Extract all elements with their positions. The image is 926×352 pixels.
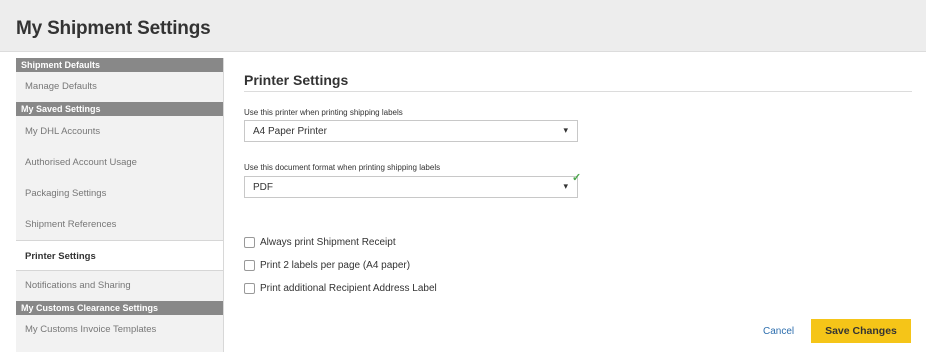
sidebar-item-customs-invoice-templates[interactable]: My Customs Invoice Templates xyxy=(16,315,223,345)
section-title: Printer Settings xyxy=(244,72,349,88)
page-header: My Shipment Settings xyxy=(0,0,926,52)
sidebar-item-packaging-settings[interactable]: Packaging Settings xyxy=(16,178,223,209)
format-field-label: Use this document format when printing s… xyxy=(244,163,441,172)
printer-field-label: Use this printer when printing shipping … xyxy=(244,108,403,117)
format-select[interactable]: PDF ▾ xyxy=(244,176,578,198)
format-select-value: PDF xyxy=(253,182,273,193)
checkbox[interactable] xyxy=(244,259,255,271)
option-shipment-receipt[interactable]: Always print Shipment Receipt xyxy=(244,235,396,249)
printer-select[interactable]: A4 Paper Printer ▾ xyxy=(244,120,578,142)
checkmark-icon: ✓ xyxy=(572,172,582,184)
sidebar-item-shipment-references[interactable]: Shipment References xyxy=(16,209,223,240)
checkbox-label: Print additional Recipient Address Label xyxy=(260,282,437,294)
option-two-labels-per-page[interactable]: Print 2 labels per page (A4 paper) xyxy=(244,258,410,272)
dropdown-arrow-icon: ▾ xyxy=(563,125,568,135)
sidebar-heading-customs-clearance: My Customs Clearance Settings xyxy=(16,301,223,315)
sidebar-item-manage-defaults[interactable]: Manage Defaults xyxy=(16,72,223,102)
checkbox[interactable] xyxy=(244,236,255,248)
sidebar-heading-shipment-defaults: Shipment Defaults xyxy=(16,58,223,72)
page-title: My Shipment Settings xyxy=(16,18,211,39)
checkbox-label: Print 2 labels per page (A4 paper) xyxy=(260,259,411,271)
checkbox[interactable] xyxy=(244,282,255,294)
section-divider xyxy=(244,91,912,92)
sidebar-item-notifications[interactable]: Notifications and Sharing xyxy=(16,271,223,301)
main-content: Printer Settings Use this printer when p… xyxy=(244,58,912,352)
settings-sidebar: Shipment Defaults Manage Defaults My Sav… xyxy=(16,58,224,352)
cancel-link[interactable]: Cancel xyxy=(763,326,794,337)
sidebar-item-printer-settings[interactable]: Printer Settings xyxy=(16,240,223,271)
sidebar-heading-saved-settings: My Saved Settings xyxy=(16,102,223,116)
dropdown-arrow-icon: ▾ xyxy=(563,181,568,191)
sidebar-item-dhl-accounts[interactable]: My DHL Accounts xyxy=(16,116,223,147)
sidebar-item-authorised-account-usage[interactable]: Authorised Account Usage xyxy=(16,147,223,178)
option-recipient-address-label[interactable]: Print additional Recipient Address Label xyxy=(244,281,437,295)
checkbox-label: Always print Shipment Receipt xyxy=(260,236,396,248)
save-changes-button[interactable]: Save Changes xyxy=(811,319,911,343)
printer-select-value: A4 Paper Printer xyxy=(253,126,327,137)
